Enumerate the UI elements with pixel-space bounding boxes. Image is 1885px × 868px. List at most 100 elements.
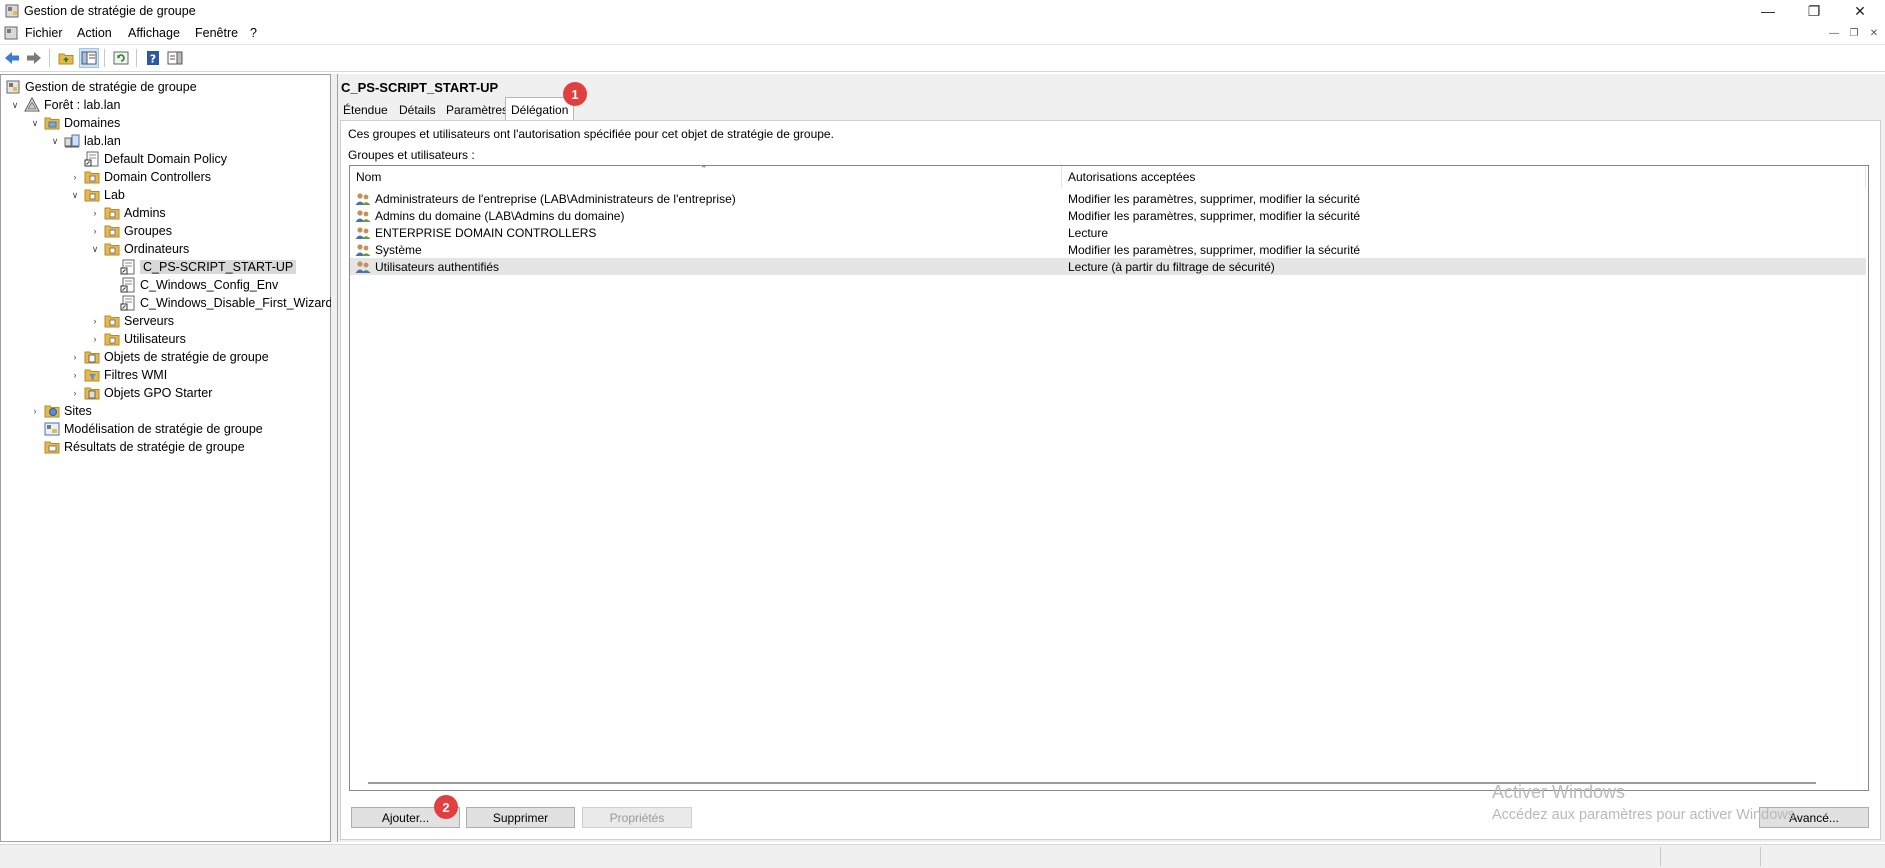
permissions-list[interactable]: Nom ⌃ Autorisations acceptées Administra… [349,164,1869,791]
ou-folder-icon [84,187,100,203]
menu-action[interactable]: Action [77,26,112,40]
menu-affichage[interactable]: Affichage [128,26,180,40]
table-row[interactable]: Utilisateurs authentifiés Lecture (à par… [350,258,1866,275]
tree-label: Serveurs [124,314,175,328]
close-button[interactable]: ✕ [1837,0,1883,22]
tree-node-ordinateurs[interactable]: ∨ Ordinateurs [5,240,332,258]
users-group-icon [355,259,371,275]
column-header-permissions[interactable]: Autorisations acceptées [1062,166,1866,188]
tree-label: Modélisation de stratégie de groupe [64,422,263,436]
tree-node-gpo-objects[interactable]: › Objets de stratégie de groupe [5,348,332,366]
tree-node-forest[interactable]: ∨ Forêt : lab.lan [5,96,332,114]
chevron-right-icon[interactable]: › [29,405,41,417]
minimize-button[interactable]: — [1745,0,1791,22]
tree-label: Forêt : lab.lan [44,98,121,112]
tree-node-groupes[interactable]: › Groupes [5,222,332,240]
delegation-description: Ces groupes et utilisateurs ont l'autori… [348,127,834,141]
tree-node-sites[interactable]: › Sites [5,402,332,420]
ou-folder-icon [104,241,120,257]
gpo-link-icon [120,277,136,293]
tree-label: Domain Controllers [104,170,211,184]
chevron-down-icon[interactable]: ∨ [89,243,101,255]
annotation-badge-1: 1 [563,82,587,106]
group-icon [355,225,371,241]
chevron-down-icon[interactable]: ∨ [49,135,61,147]
refresh-icon[interactable] [111,48,131,68]
tree-label: Ordinateurs [124,242,190,256]
annotation-badge-2: 2 [434,795,458,819]
sites-icon [44,403,60,419]
chevron-right-icon[interactable]: › [89,333,101,345]
menu-fenetre[interactable]: Fenêtre [195,26,238,40]
tree-node-gpm-root[interactable]: Gestion de stratégie de groupe [5,78,332,96]
chevron-right-icon[interactable]: › [69,369,81,381]
mdi-close-icon[interactable]: ✕ [1866,25,1882,41]
back-arrow-icon[interactable] [2,48,22,68]
tab-etendue[interactable]: Étendue [338,100,393,120]
chevron-right-icon[interactable]: › [69,351,81,363]
table-row[interactable]: ENTERPRISE DOMAIN CONTROLLERS Lecture [350,224,1866,241]
mdi-minimize-icon[interactable]: — [1826,25,1842,41]
chevron-right-icon[interactable]: › [89,207,101,219]
gpo-title: C_PS-SCRIPT_START-UP [341,80,499,95]
window-title: Gestion de stratégie de groupe [24,4,196,18]
tree-node-lab[interactable]: ∨ Lab [5,186,332,204]
toolbar-separator [104,49,105,67]
tree-node-domain-lab-lan[interactable]: ∨ lab.lan [5,132,332,150]
tree-label: Objets de stratégie de groupe [104,350,269,364]
properties-button: Propriétés [582,807,692,828]
chevron-down-icon[interactable]: ∨ [69,189,81,201]
tree-node-admins[interactable]: › Admins [5,204,332,222]
tree-node-results[interactable]: Résultats de stratégie de groupe [5,438,332,456]
table-row[interactable]: Administrateurs de l'entreprise (LAB\Adm… [350,190,1866,207]
tab-details[interactable]: Détails [394,100,441,120]
tree-label: lab.lan [84,134,121,148]
chevron-right-icon[interactable]: › [69,171,81,183]
tree-node-wmi-filters[interactable]: › Filtres WMI [5,366,332,384]
filter-folder-icon [84,367,100,383]
tree-node-gpo-disable-wizard[interactable]: C_Windows_Disable_First_Wizard [5,294,332,312]
action-pane-icon[interactable] [165,48,185,68]
menu-fichier[interactable]: Fichier [25,26,63,40]
tree-node-default-domain-policy[interactable]: Default Domain Policy [5,150,332,168]
status-separator [1760,847,1761,866]
chevron-right-icon[interactable]: › [69,387,81,399]
table-row[interactable]: Système Modifier les paramètres, supprim… [350,241,1866,258]
menu-bar: Fichier Action Affichage Fenêtre ? — ❐ ✕ [0,22,1885,45]
system-menu-icon[interactable] [4,26,18,40]
chevron-right-icon[interactable]: › [89,225,101,237]
tree-node-starter-gpos[interactable]: › Objets GPO Starter [5,384,332,402]
tree-label: C_Windows_Disable_First_Wizard [140,296,333,310]
mdi-restore-icon[interactable]: ❐ [1846,25,1862,41]
help-icon[interactable]: ? [143,48,163,68]
tree-label: Filtres WMI [104,368,168,382]
forward-arrow-icon[interactable] [24,48,44,68]
tree-node-utilisateurs[interactable]: › Utilisateurs [5,330,332,348]
activation-watermark-title: Activer Windows [1492,782,1626,802]
group-icon [355,191,371,207]
console-tree: Gestion de stratégie de groupe ∨ Forêt :… [0,74,332,842]
tree-node-modeling[interactable]: Modélisation de stratégie de groupe [5,420,332,438]
chevron-down-icon[interactable]: ∨ [9,99,21,111]
chevron-right-icon[interactable]: › [89,315,101,327]
menu-help[interactable]: ? [250,26,257,40]
remove-button[interactable]: Supprimer [466,807,575,828]
toolbar-separator [49,49,50,67]
gpo-container-icon [84,349,100,365]
tree-node-domain-controllers[interactable]: › Domain Controllers [5,168,332,186]
toolbar-separator [136,49,137,67]
tree-node-gpo-config-env[interactable]: C_Windows_Config_Env [5,276,332,294]
show-tree-icon[interactable] [79,48,99,68]
tree-node-domains[interactable]: ∨ Domaines [5,114,332,132]
chevron-down-icon[interactable]: ∨ [29,117,41,129]
tab-parametres[interactable]: Paramètres [441,100,514,120]
activation-watermark-text: Accédez aux paramètres pour activer Wind… [1492,807,1800,823]
tree-node-gpo-ps-script-start-up[interactable]: C_PS-SCRIPT_START-UP [5,258,332,276]
table-row[interactable]: Admins du domaine (LAB\Admins du domaine… [350,207,1866,224]
app-icon [5,4,19,18]
restore-button[interactable]: ❐ [1791,0,1837,22]
up-folder-icon[interactable] [56,48,76,68]
gpo-link-icon [120,295,136,311]
tree-node-serveurs[interactable]: › Serveurs [5,312,332,330]
tab-delegation[interactable]: Délégation [505,97,575,121]
